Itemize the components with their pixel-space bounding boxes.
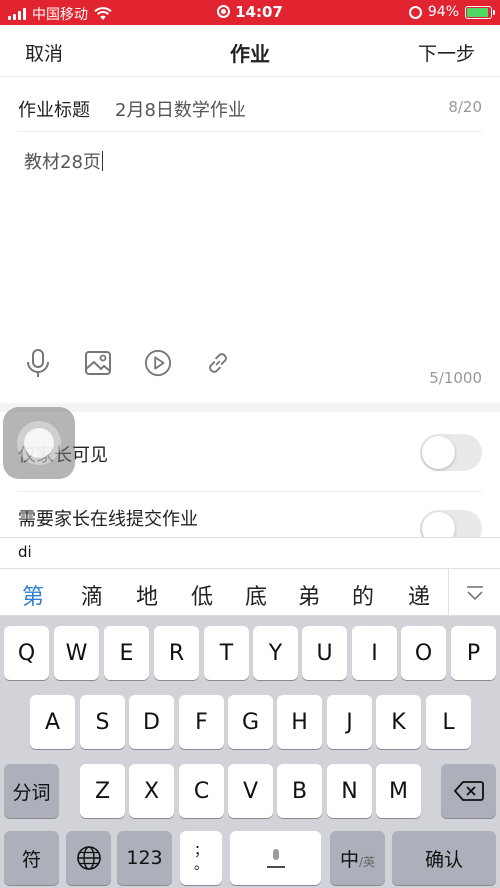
battery-icon (465, 5, 495, 19)
ime-pinyin-text: di (18, 543, 32, 561)
globe-key[interactable] (66, 831, 111, 885)
candidate-item[interactable]: 低 (182, 579, 222, 611)
backspace-key[interactable] (441, 764, 496, 818)
homework-title-row[interactable]: 作业标题 2月8日数学作业 8/20 (18, 78, 482, 132)
key-q[interactable]: Q (4, 626, 49, 680)
expand-candidates-button[interactable] (448, 569, 500, 616)
content-char-count: 5/1000 (429, 369, 482, 387)
key-z[interactable]: Z (80, 764, 125, 818)
ime-candidate-bar: 第 滴 地 低 底 弟 的 递 (0, 568, 500, 616)
key-n[interactable]: N (327, 764, 372, 818)
key-c[interactable]: C (179, 764, 224, 818)
numbers-key[interactable]: 123 (117, 831, 172, 885)
segment-key[interactable]: 分词 (4, 764, 59, 818)
key-b[interactable]: B (277, 764, 322, 818)
status-bar: 中国移动 14:07 94% (0, 0, 500, 25)
key-x[interactable]: X (129, 764, 174, 818)
key-v[interactable]: V (228, 764, 273, 818)
key-a[interactable]: A (30, 695, 75, 749)
key-g[interactable]: G (228, 695, 273, 749)
rotation-lock-icon (408, 5, 422, 19)
backspace-icon (453, 781, 484, 801)
key-m[interactable]: M (376, 764, 421, 818)
navigation-bar: 取消 作业 下一步 (0, 25, 500, 77)
microphone-icon (266, 849, 285, 868)
ime-composition-bar: di (0, 537, 500, 568)
battery-percent: 94% (427, 4, 459, 20)
key-y[interactable]: Y (253, 626, 298, 680)
key-k[interactable]: K (376, 695, 421, 749)
key-w[interactable]: W (54, 626, 99, 680)
key-h[interactable]: H (277, 695, 322, 749)
microphone-icon[interactable] (24, 348, 52, 378)
parents-only-visible-toggle[interactable] (420, 434, 482, 471)
image-icon[interactable] (84, 348, 112, 378)
language-switch-key[interactable]: 中/英 (330, 831, 385, 885)
candidate-item[interactable]: 弟 (289, 579, 329, 611)
key-p[interactable]: P (451, 626, 496, 680)
title-char-count: 8/20 (448, 98, 482, 116)
key-j[interactable]: J (327, 695, 372, 749)
homework-title-label: 作业标题 (18, 100, 90, 121)
parents-only-visible-row: 仅家长可见 (18, 412, 482, 492)
lang-sub-label: /英 (358, 854, 376, 869)
section-divider (0, 403, 500, 412)
homework-title-input[interactable]: 2月8日数学作业 (115, 96, 246, 122)
screen-record-icon (217, 5, 231, 18)
require-online-submit-toggle[interactable] (420, 510, 482, 537)
key-i[interactable]: I (352, 626, 397, 680)
candidate-item[interactable]: 地 (127, 579, 167, 611)
key-f[interactable]: F (179, 695, 224, 749)
key-t[interactable]: T (204, 626, 249, 680)
space-key[interactable] (230, 831, 321, 885)
key-e[interactable]: E (104, 626, 149, 680)
confirm-key[interactable]: 确认 (392, 831, 496, 885)
key-o[interactable]: O (401, 626, 446, 680)
candidate-item[interactable]: 的 (343, 579, 383, 611)
candidate-item[interactable]: 第 (13, 579, 53, 611)
lang-main-label: 中 (339, 848, 359, 871)
link-icon[interactable] (204, 348, 232, 378)
key-d[interactable]: D (129, 695, 174, 749)
globe-icon (76, 846, 101, 870)
play-video-icon[interactable] (144, 348, 172, 378)
candidate-item[interactable]: 滴 (72, 579, 112, 611)
next-step-button[interactable]: 下一步 (418, 39, 475, 66)
text-caret (101, 151, 103, 171)
key-l[interactable]: L (426, 695, 471, 749)
key-s[interactable]: S (80, 695, 125, 749)
candidate-item[interactable]: 底 (236, 579, 276, 611)
homework-content-area[interactable]: 教材28页 5/1000 (0, 133, 500, 403)
require-online-submit-row: 需要家长在线提交作业 (18, 492, 482, 537)
punctuation-key[interactable]: ； 。 (180, 831, 222, 885)
homework-content-text: 教材28页 (24, 152, 101, 173)
keyboard: Q W E R T Y U I O P A S D F G H J K L 分词… (0, 616, 500, 888)
symbols-key[interactable]: 符 (4, 831, 59, 885)
status-time: 14:07 (235, 3, 283, 21)
attachment-toolbar (24, 348, 232, 378)
assistive-touch-button[interactable] (3, 407, 75, 479)
key-u[interactable]: U (302, 626, 347, 680)
require-online-submit-label: 需要家长在线提交作业 (18, 509, 198, 530)
homework-content-input[interactable]: 教材28页 (24, 148, 103, 174)
battery-level (467, 7, 488, 17)
candidate-item[interactable]: 递 (399, 579, 439, 611)
chevron-down-icon (466, 585, 483, 600)
cancel-button[interactable]: 取消 (25, 39, 63, 66)
key-r[interactable]: R (154, 626, 199, 680)
